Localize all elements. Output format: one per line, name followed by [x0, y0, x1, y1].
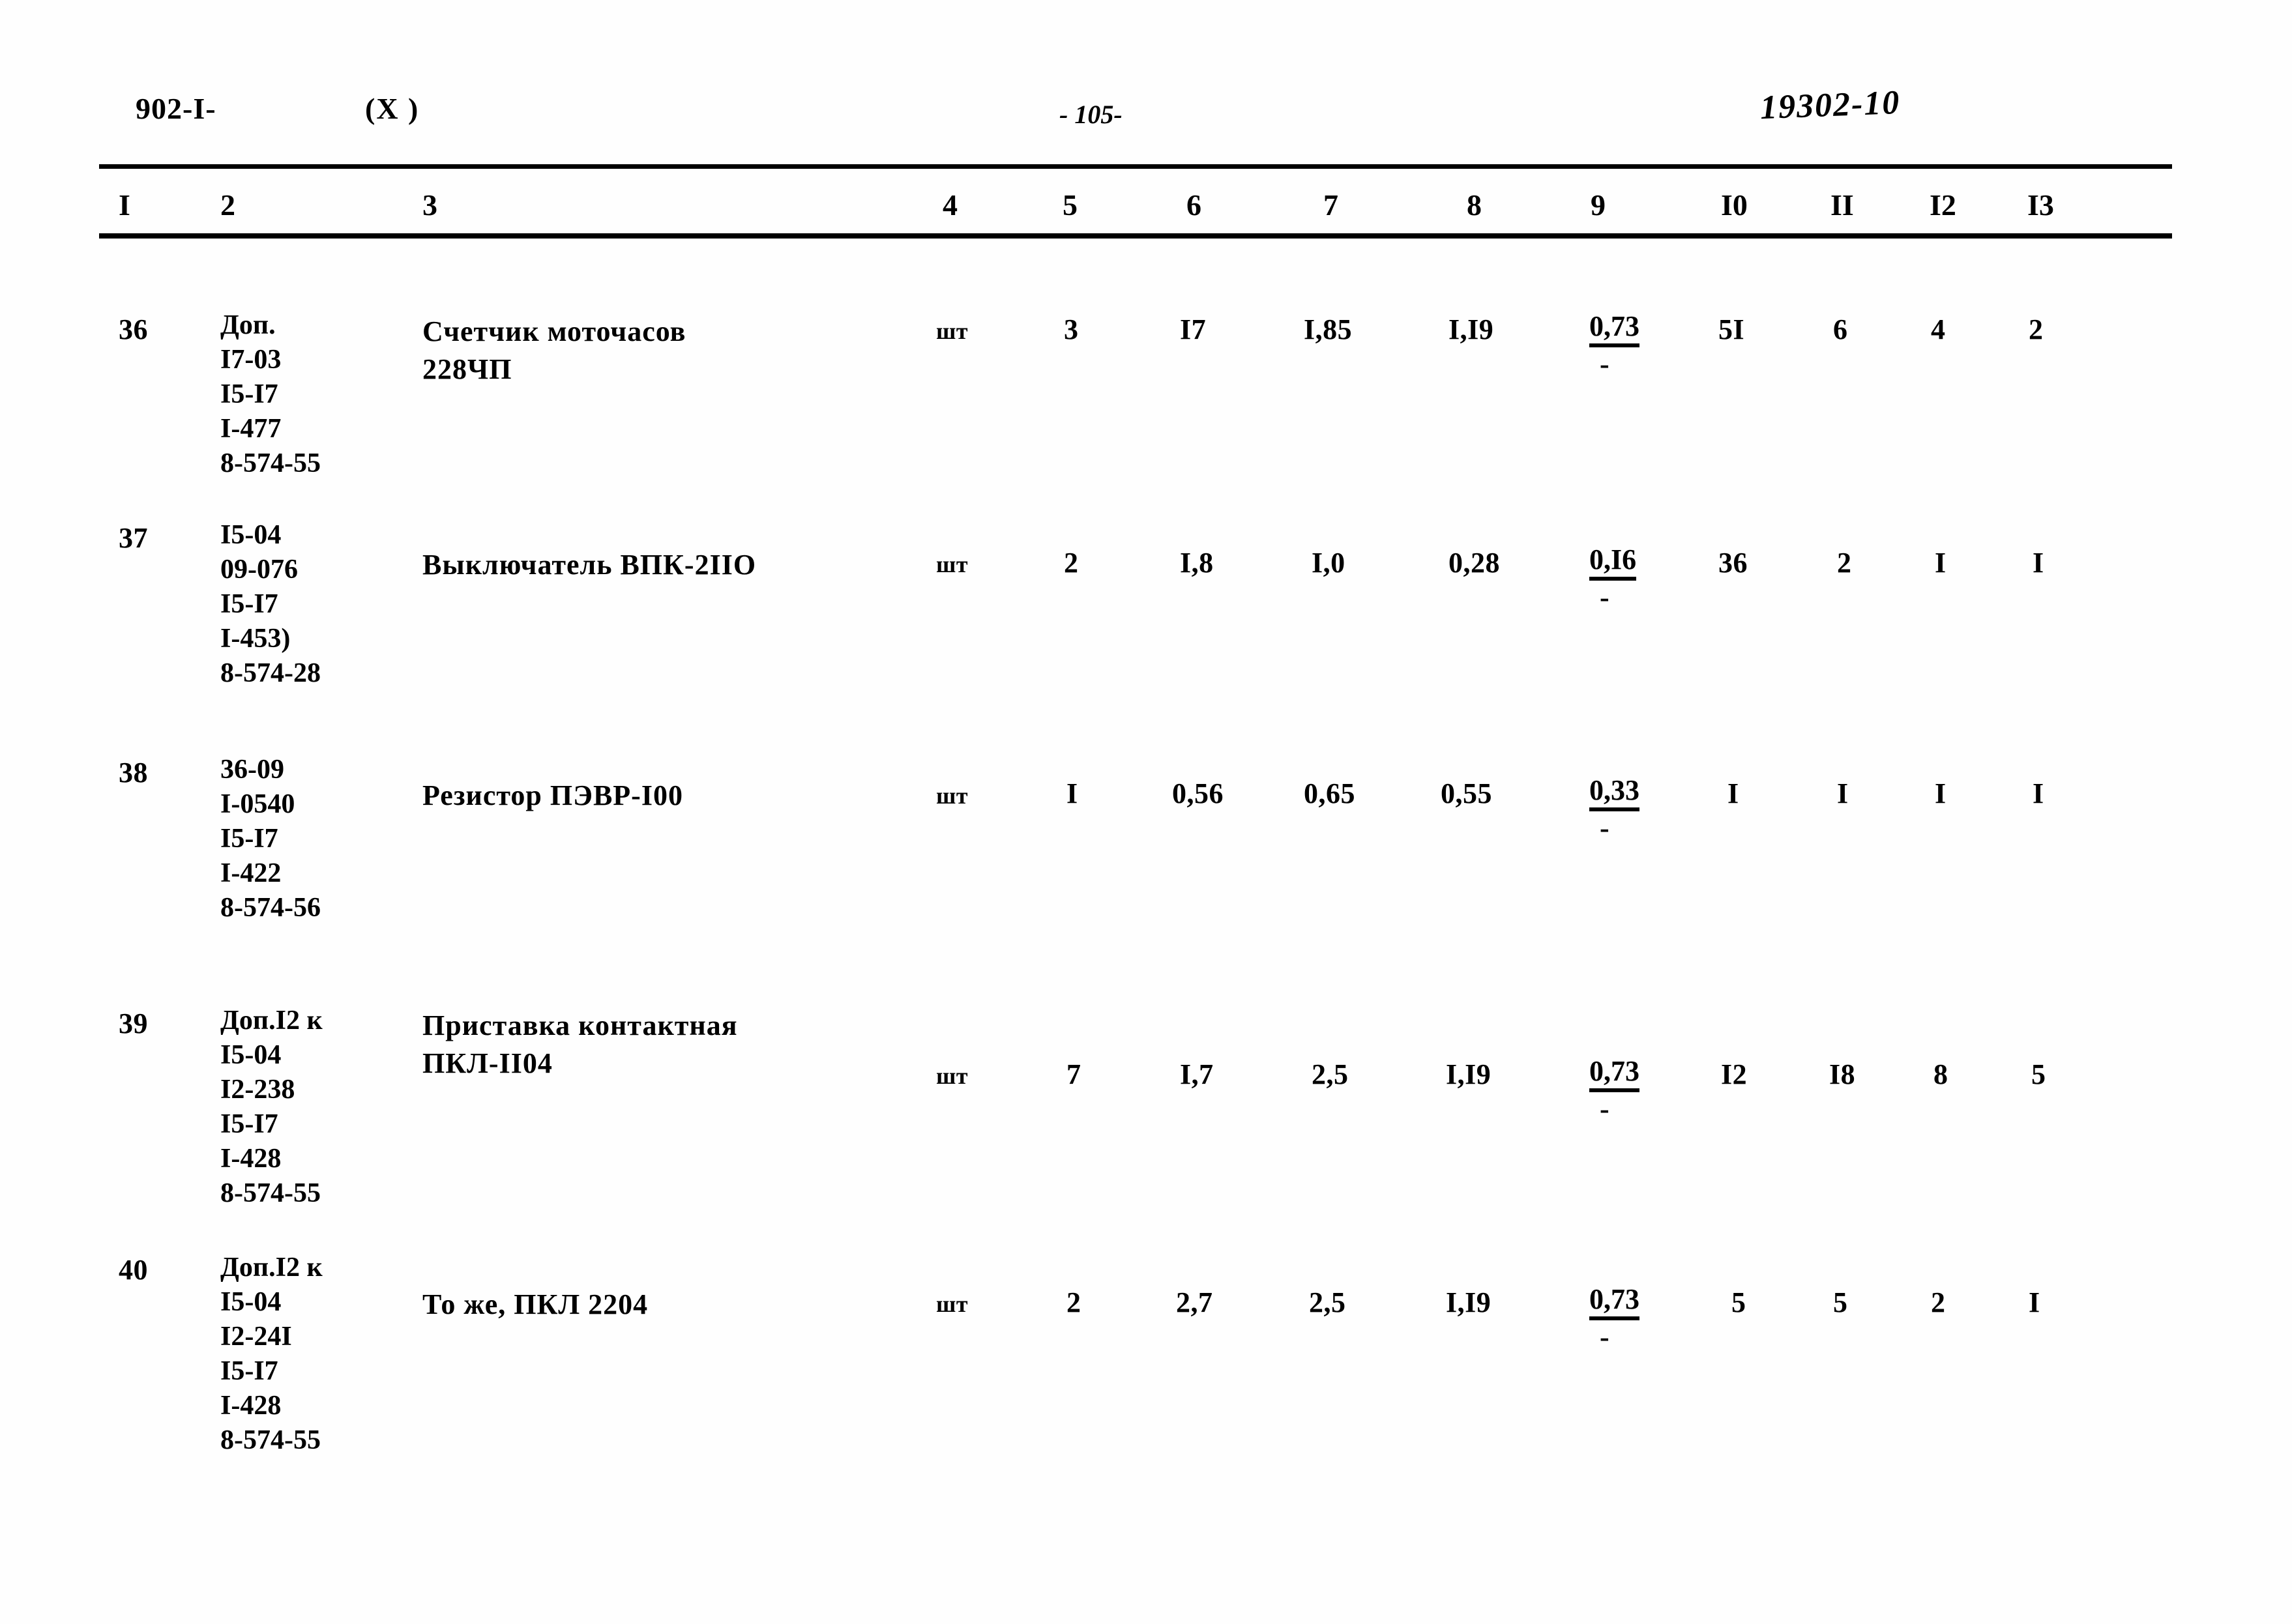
row-col9-numerator: 0,73 — [1589, 1284, 1639, 1320]
row-col9-denominator: - — [1600, 812, 1609, 844]
row-col9-numerator: 0,73 — [1589, 311, 1639, 347]
document-series-paren: (Х ) — [365, 92, 420, 125]
row-col10: I2 — [1721, 1058, 1748, 1090]
row-col8: I,I9 — [1448, 313, 1494, 345]
row-codes: Доп.I2 к I5-04 I2-24I I5-I7 I-428 8-574-… — [220, 1253, 323, 1455]
row-col5: 3 — [1064, 313, 1079, 345]
row-unit: шт — [936, 551, 969, 577]
row-col9-denominator: - — [1600, 1321, 1609, 1353]
row-col9: 0,73 - — [1589, 1056, 1639, 1124]
row-number: 36 — [119, 313, 148, 345]
row-col6: 2,7 — [1176, 1286, 1213, 1318]
column-header-3: 3 — [422, 188, 437, 222]
row-col7: 2,5 — [1312, 1058, 1349, 1090]
column-header-2: 2 — [220, 188, 235, 222]
row-col12: I — [1935, 777, 1947, 809]
row-col11: I8 — [1829, 1058, 1856, 1090]
row-col9-numerator: 0,33 — [1589, 775, 1639, 811]
row-number: 40 — [119, 1254, 148, 1286]
row-col13: I — [2029, 1286, 2040, 1318]
column-header-9: 9 — [1591, 188, 1606, 222]
row-col11: 2 — [1837, 547, 1852, 579]
row-col8: I,I9 — [1446, 1286, 1491, 1318]
row-col6: I,8 — [1180, 547, 1214, 579]
row-col8: 0,28 — [1448, 547, 1500, 579]
row-col12: 8 — [1933, 1058, 1948, 1090]
row-number: 39 — [119, 1008, 148, 1039]
row-number: 38 — [119, 757, 148, 789]
row-col12: 2 — [1931, 1286, 1946, 1318]
row-col11: I — [1837, 777, 1849, 809]
column-header-8: 8 — [1467, 188, 1482, 222]
row-number: 37 — [119, 522, 148, 554]
row-unit: шт — [936, 1291, 969, 1317]
table-top-rule — [99, 164, 2172, 169]
column-header-5: 5 — [1063, 188, 1078, 222]
row-col10: I — [1727, 777, 1739, 809]
row-col8: I,I9 — [1446, 1058, 1491, 1090]
row-col7: I,85 — [1304, 313, 1353, 345]
row-unit: шт — [936, 1063, 969, 1089]
document-page: 902-I- (Х ) - 105- 19302-10 I 2 3 4 5 6 … — [0, 0, 2292, 1624]
column-header-7: 7 — [1323, 188, 1338, 222]
row-col8: 0,55 — [1441, 777, 1492, 809]
row-col13: I — [2033, 777, 2044, 809]
row-col10: 5I — [1718, 313, 1745, 345]
row-codes: I5-04 09-076 I5-I7 I-453) 8-574-28 — [220, 520, 321, 688]
column-header-10: I0 — [1721, 188, 1748, 222]
column-header-1: I — [119, 188, 130, 222]
column-header-6: 6 — [1186, 188, 1201, 222]
column-header-12: I2 — [1930, 188, 1956, 222]
row-col9: 0,73 - — [1589, 311, 1639, 379]
page-header: 902-I- (Х ) - 105- 19302-10 — [0, 84, 2292, 143]
row-col12: 4 — [1931, 313, 1946, 345]
row-col9-denominator: - — [1600, 581, 1609, 613]
row-col9-numerator: 0,I6 — [1589, 544, 1637, 581]
row-col9-denominator: - — [1600, 1093, 1609, 1125]
row-col7: 0,65 — [1304, 777, 1355, 809]
row-col5: I — [1066, 777, 1078, 809]
row-col6: I,7 — [1180, 1058, 1214, 1090]
column-header-13: I3 — [2027, 188, 2054, 222]
row-col10: 36 — [1718, 547, 1748, 579]
row-col13: 2 — [2029, 313, 2044, 345]
row-col5: 7 — [1066, 1058, 1081, 1090]
table-header-rule — [99, 233, 2172, 239]
row-col5: 2 — [1064, 547, 1079, 579]
row-col5: 2 — [1066, 1286, 1081, 1318]
sheet-mark: 19302-10 — [1759, 83, 1902, 127]
row-codes: Доп.I2 к I5-04 I2-238 I5-I7 I-428 8-574-… — [220, 1006, 323, 1208]
row-codes: Доп. I7-03 I5-I7 I-477 8-574-55 — [220, 310, 321, 478]
column-header-11: II — [1830, 188, 1854, 222]
row-unit: шт — [936, 318, 969, 344]
row-col9-denominator: - — [1600, 348, 1609, 380]
row-col11: 6 — [1833, 313, 1848, 345]
row-description: То же, ПКЛ 2204 — [422, 1288, 649, 1320]
row-col7: I,0 — [1312, 547, 1345, 579]
row-description: Приставка контактная ПКЛ-II04 — [422, 1009, 738, 1079]
row-col12: I — [1935, 547, 1947, 579]
row-col6: 0,56 — [1172, 777, 1224, 809]
row-col11: 5 — [1833, 1286, 1848, 1318]
row-description: Счетчик моточасов 228ЧП — [422, 315, 686, 385]
row-col9: 0,73 - — [1589, 1284, 1639, 1352]
document-code: 902-I- — [136, 92, 216, 125]
row-col9: 0,33 - — [1589, 775, 1639, 843]
row-col9-numerator: 0,73 — [1589, 1056, 1639, 1092]
row-col9: 0,I6 - — [1589, 544, 1637, 613]
row-unit: шт — [936, 783, 969, 809]
column-header-4: 4 — [943, 188, 958, 222]
row-col7: 2,5 — [1309, 1286, 1346, 1318]
row-col13: I — [2033, 547, 2044, 579]
row-codes: 36-09 I-0540 I5-I7 I-422 8-574-56 — [220, 755, 321, 923]
page-number: - 105- — [1059, 100, 1123, 129]
row-description: Выключатель ВПК-2IIO — [422, 549, 757, 581]
row-col10: 5 — [1731, 1286, 1746, 1318]
row-col6: I7 — [1180, 313, 1207, 345]
row-description: Резистор ПЭВР-I00 — [422, 779, 683, 811]
row-col13: 5 — [2031, 1058, 2046, 1090]
